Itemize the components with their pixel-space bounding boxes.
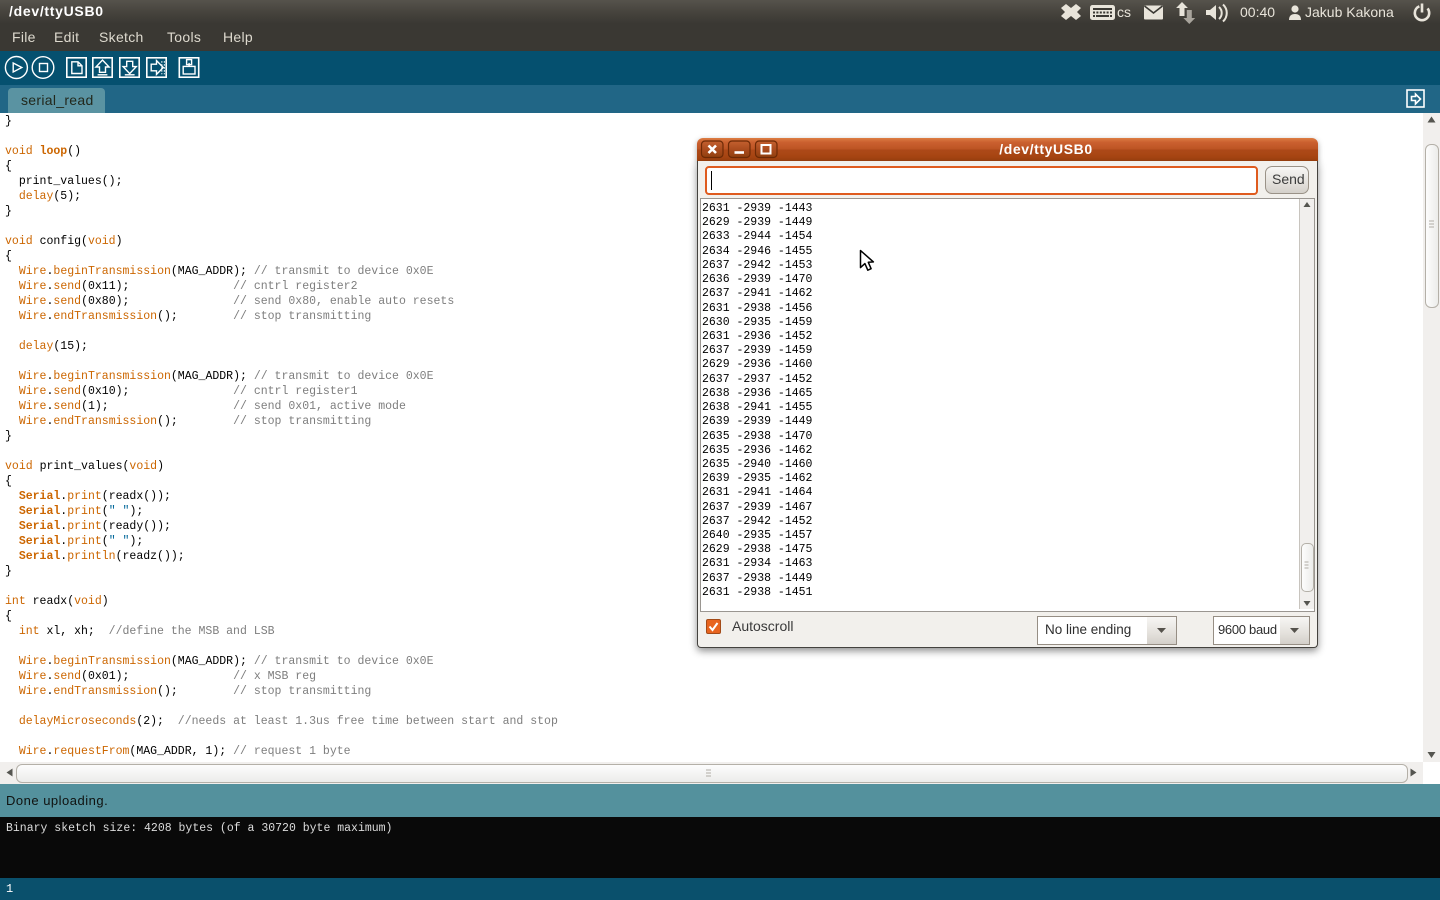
svg-text:Jakub Kakona: Jakub Kakona: [1305, 4, 1394, 20]
svg-text:cs: cs: [1117, 4, 1131, 20]
svg-text:00:40: 00:40: [1240, 4, 1275, 20]
